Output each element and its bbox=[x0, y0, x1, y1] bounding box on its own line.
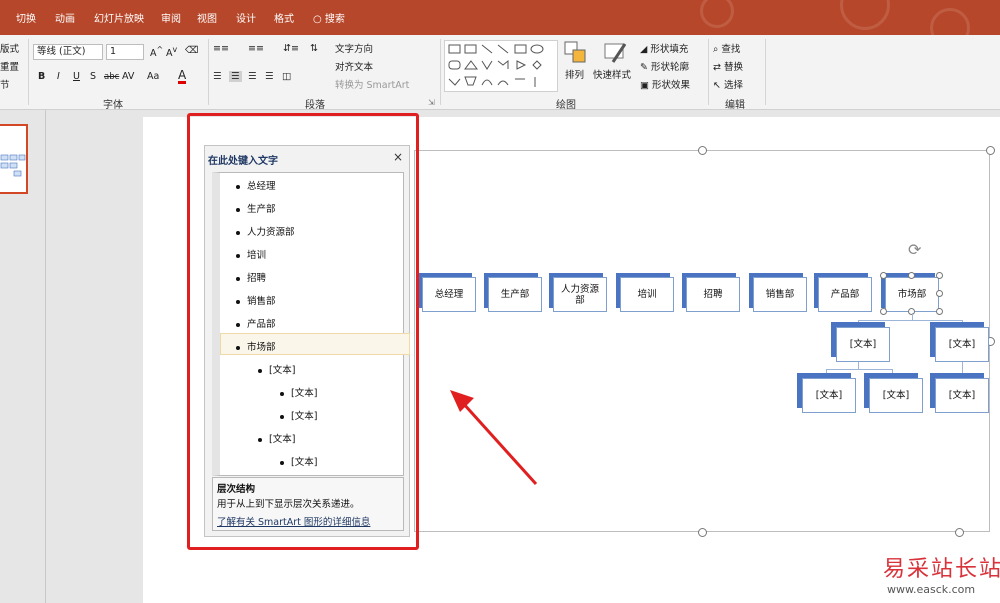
italic-button[interactable]: I bbox=[57, 71, 60, 82]
resize-handle[interactable] bbox=[955, 528, 964, 537]
bullets-icon[interactable]: ≡≡ bbox=[213, 43, 229, 54]
ribbon: 版式 重置 节 等线 (正文) 1 A^ Av ⌫ B I U S abc AV… bbox=[0, 35, 1000, 111]
tab-design[interactable]: 设计 bbox=[228, 0, 264, 35]
select-label: 选择 bbox=[723, 80, 743, 91]
shape-outline-button[interactable]: ✎ 形状轮廓 bbox=[640, 59, 689, 73]
align-text-button[interactable]: 对齐文本 bbox=[335, 59, 373, 73]
quick-styles-icon[interactable] bbox=[603, 40, 629, 66]
smartart-node[interactable]: 产品部 bbox=[818, 277, 872, 312]
tab-view[interactable]: 视图 bbox=[189, 0, 225, 35]
resize-handle[interactable] bbox=[698, 528, 707, 537]
align-right-icon[interactable]: ☰ bbox=[248, 71, 257, 82]
clear-format-icon[interactable]: ⌫ bbox=[185, 45, 198, 56]
arrange-button[interactable]: 排列 bbox=[565, 67, 584, 81]
smartart-node[interactable]: 人力资源部 bbox=[553, 277, 607, 312]
align-center-icon[interactable]: ☰ bbox=[229, 71, 242, 82]
resize-handle[interactable] bbox=[986, 146, 995, 155]
align-left-icon[interactable]: ☰ bbox=[213, 71, 222, 82]
tab-format[interactable]: 格式 bbox=[266, 0, 302, 35]
smartart-node[interactable]: 生产部 bbox=[488, 277, 542, 312]
replace-label: 替换 bbox=[723, 62, 743, 73]
shape-effects-button[interactable]: ▣ 形状效果 bbox=[640, 77, 690, 91]
shape-fill-button[interactable]: ◢ 形状填充 bbox=[640, 41, 688, 55]
convert-smartart-button[interactable]: 转换为 SmartArt bbox=[335, 77, 409, 91]
shapes-gallery-icons bbox=[448, 44, 544, 87]
columns-icon[interactable]: ◫ bbox=[282, 71, 291, 82]
change-case-button[interactable]: Aa bbox=[147, 71, 159, 82]
smartart-node[interactable]: 总经理 bbox=[422, 277, 476, 312]
smartart-node[interactable]: [文本] bbox=[935, 378, 989, 413]
lightbulb-icon: ○ bbox=[313, 14, 322, 25]
shape-effects-label: 形状效果 bbox=[652, 80, 691, 91]
tab-animations[interactable]: 动画 bbox=[47, 0, 83, 35]
annotation-arrow-icon bbox=[450, 390, 538, 486]
watermark-title: 易采站长站 bbox=[883, 557, 1000, 582]
section-button[interactable]: 节 bbox=[0, 77, 10, 91]
smartart-node[interactable]: 销售部 bbox=[753, 277, 807, 312]
find-label: 查找 bbox=[721, 44, 741, 55]
layout-button[interactable]: 版式 bbox=[0, 41, 19, 55]
drawing-group-label: 绘图 bbox=[556, 100, 576, 111]
shrink-font-icon[interactable]: Av bbox=[166, 45, 177, 59]
reset-button[interactable]: 重置 bbox=[0, 59, 19, 73]
shape-fill-label: 形状填充 bbox=[650, 44, 689, 55]
line-spacing-icon[interactable]: ⇵≡ bbox=[283, 43, 299, 54]
shadow-button[interactable]: S bbox=[90, 71, 96, 82]
search-label: 搜索 bbox=[324, 14, 345, 25]
font-size-select[interactable]: 1 bbox=[106, 44, 144, 60]
font-name-select[interactable]: 等线 (正文) bbox=[33, 44, 103, 60]
arrange-icon[interactable] bbox=[563, 40, 589, 66]
shape-outline-label: 形状轮廓 bbox=[650, 62, 689, 73]
bold-button[interactable]: B bbox=[38, 71, 45, 82]
editing-group-label: 编辑 bbox=[725, 100, 745, 111]
tab-slideshow[interactable]: 幻灯片放映 bbox=[86, 0, 152, 35]
font-color-button[interactable]: A bbox=[178, 69, 187, 84]
numbering-icon[interactable]: ≡≡ bbox=[248, 43, 264, 54]
smartart-node[interactable]: [文本] bbox=[836, 327, 890, 362]
replace-button[interactable]: ⇄ 替换 bbox=[713, 59, 743, 73]
paragraph-group-label: 段落 bbox=[305, 100, 325, 111]
smartart-node[interactable]: [文本] bbox=[869, 378, 923, 413]
resize-handle[interactable] bbox=[698, 146, 707, 155]
smartart-node[interactable]: [文本] bbox=[935, 327, 989, 362]
smartart-node[interactable]: [文本] bbox=[802, 378, 856, 413]
ribbon-tab-bar: 切换 动画 幻灯片放映 审阅 视图 设计 格式 ○ 搜索 bbox=[0, 0, 1000, 35]
slide-thumbnail-pane bbox=[0, 110, 46, 603]
watermark: 易采站长站 www.easck.com bbox=[873, 547, 1000, 603]
smartart-node[interactable]: 培训 bbox=[620, 277, 674, 312]
rotate-handle-icon[interactable]: ⟳ bbox=[908, 240, 926, 259]
text-direction-icon[interactable]: ⇅ bbox=[310, 43, 318, 54]
font-group-label: 字体 bbox=[103, 100, 123, 111]
tab-review[interactable]: 审阅 bbox=[153, 0, 189, 35]
slide-thumbnail[interactable] bbox=[0, 124, 28, 194]
underline-button[interactable]: U bbox=[73, 71, 80, 82]
strikethrough-button[interactable]: abc bbox=[104, 72, 119, 82]
tell-me-search[interactable]: ○ 搜索 bbox=[305, 0, 353, 35]
quick-styles-button[interactable]: 快速样式 bbox=[593, 67, 631, 81]
find-button[interactable]: ⌕ 查找 bbox=[713, 41, 740, 55]
grow-font-icon[interactable]: A^ bbox=[150, 45, 163, 59]
watermark-url: www.easck.com bbox=[887, 583, 976, 596]
annotation-highlight-box bbox=[187, 113, 419, 550]
dialog-launcher-icon[interactable]: ⇲ bbox=[428, 98, 435, 107]
text-direction-button[interactable]: 文字方向 bbox=[335, 41, 373, 55]
justify-icon[interactable]: ☰ bbox=[265, 71, 274, 82]
shapes-gallery[interactable] bbox=[444, 40, 558, 92]
smartart-node-selected[interactable]: 市场部 bbox=[885, 277, 939, 312]
smartart-node[interactable]: 招聘 bbox=[686, 277, 740, 312]
tab-transitions[interactable]: 切换 bbox=[8, 0, 44, 35]
char-spacing-button[interactable]: AV bbox=[122, 71, 134, 82]
select-button[interactable]: ↖ 选择 bbox=[713, 77, 743, 91]
